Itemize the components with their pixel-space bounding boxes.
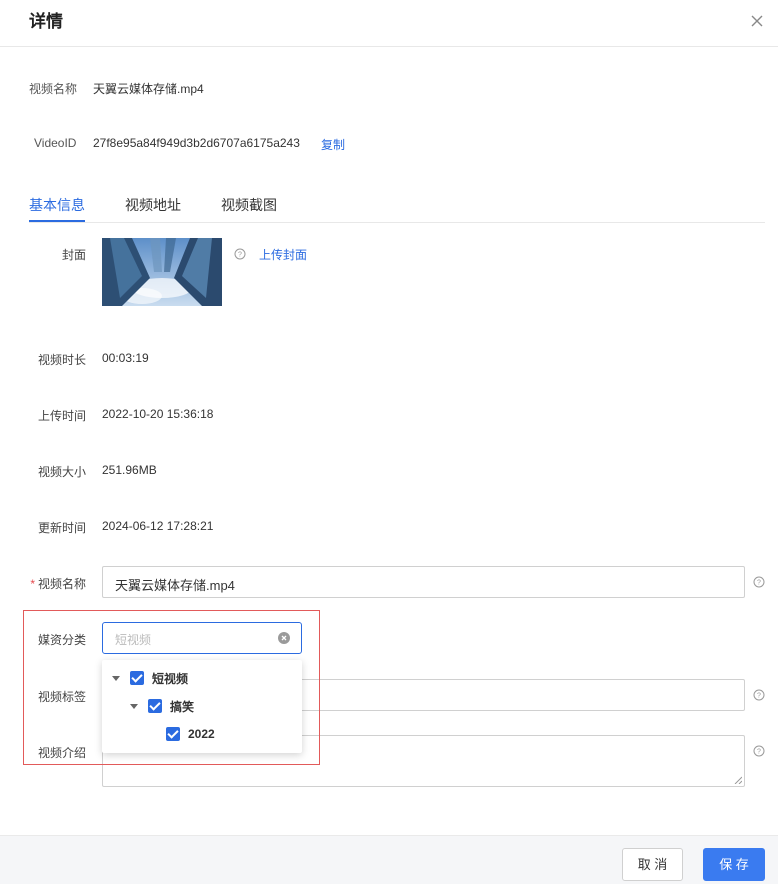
cover-label: 封面 bbox=[61, 248, 86, 262]
svg-text:?: ? bbox=[238, 252, 242, 259]
tags-help-icon[interactable]: ? bbox=[753, 689, 765, 701]
resize-handle-icon[interactable] bbox=[734, 776, 742, 784]
tab-bar: 基本信息 视频地址 视频截图 bbox=[29, 190, 765, 223]
svg-text:?: ? bbox=[757, 580, 761, 587]
tab-basic-info[interactable]: 基本信息 bbox=[29, 195, 85, 215]
info-video-id-label: VideoID bbox=[34, 136, 77, 150]
upload-cover-link[interactable]: 上传封面 bbox=[259, 246, 307, 263]
required-mark: * bbox=[30, 577, 35, 591]
name-field-label: * 视频名称 bbox=[26, 575, 86, 592]
info-video-name-label: 视频名称 bbox=[29, 82, 78, 96]
info-video-name-value: 天翼云媒体存储.mp4 bbox=[93, 82, 204, 96]
name-label-text: 视频名称 bbox=[37, 577, 86, 591]
dialog-title: 详情 bbox=[29, 12, 63, 31]
duration-label: 视频时长 bbox=[37, 353, 86, 367]
cover-image bbox=[102, 238, 222, 306]
save-button[interactable]: 保 存 bbox=[703, 848, 765, 881]
size-label: 视频大小 bbox=[37, 465, 86, 479]
dialog-header: 详情 bbox=[0, 0, 778, 47]
duration-value: 00:03:19 bbox=[102, 351, 149, 365]
tab-video-screenshot[interactable]: 视频截图 bbox=[221, 195, 277, 215]
copy-link[interactable]: 复制 bbox=[321, 136, 345, 153]
cover-help-icon[interactable]: ? bbox=[234, 248, 246, 260]
svg-text:?: ? bbox=[757, 749, 761, 756]
name-input[interactable]: 天翼云媒体存储.mp4 bbox=[102, 566, 745, 598]
name-help-icon[interactable]: ? bbox=[753, 576, 765, 588]
tab-video-address[interactable]: 视频地址 bbox=[125, 195, 181, 215]
active-tab-indicator bbox=[29, 220, 85, 222]
cancel-button[interactable]: 取 消 bbox=[622, 848, 683, 881]
highlight-box bbox=[23, 610, 320, 765]
update-time-label: 更新时间 bbox=[37, 521, 86, 535]
size-value: 251.96MB bbox=[102, 463, 157, 477]
update-time-value: 2024-06-12 17:28:21 bbox=[102, 519, 214, 533]
dialog-footer: 取 消 保 存 bbox=[0, 835, 778, 884]
info-video-id-value: 27f8e95a84f949d3b2d6707a6175a243 bbox=[93, 136, 300, 150]
name-input-value: 天翼云媒体存储.mp4 bbox=[115, 578, 235, 593]
upload-time-value: 2022-10-20 15:36:18 bbox=[102, 407, 214, 421]
intro-help-icon[interactable]: ? bbox=[753, 745, 765, 757]
close-icon[interactable] bbox=[749, 13, 765, 29]
upload-time-label: 上传时间 bbox=[37, 409, 86, 423]
svg-text:?: ? bbox=[757, 693, 761, 700]
